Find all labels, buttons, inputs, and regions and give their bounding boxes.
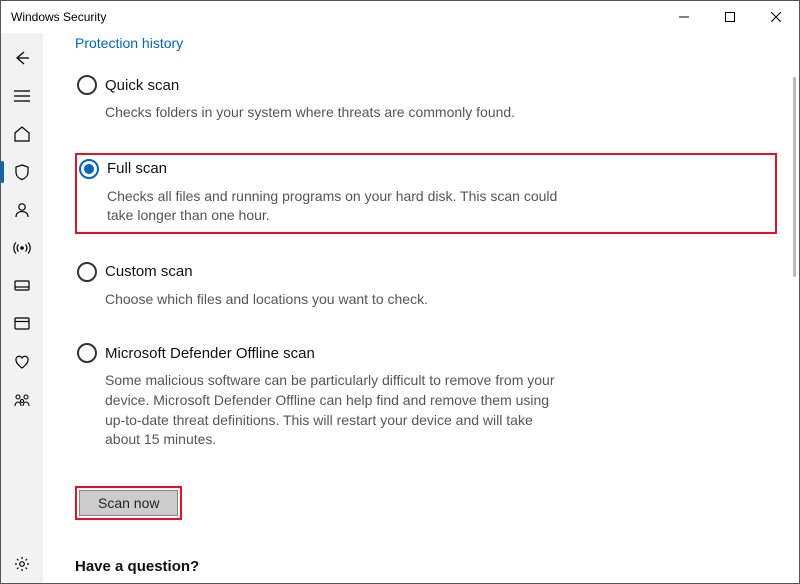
get-help-link[interactable]: Get help (75, 581, 777, 583)
scrollbar[interactable] (793, 77, 796, 277)
window-controls (661, 1, 799, 33)
sidebar (1, 33, 43, 583)
titlebar: Windows Security (1, 1, 799, 33)
option-title: Microsoft Defender Offline scan (105, 345, 315, 362)
option-quick: Quick scan Checks folders in your system… (75, 71, 777, 129)
close-button[interactable] (753, 1, 799, 33)
option-title: Full scan (107, 160, 167, 177)
menu-icon[interactable] (1, 77, 43, 115)
network-icon[interactable] (1, 267, 43, 305)
shield-icon[interactable] (1, 153, 43, 191)
gear-icon[interactable] (1, 545, 43, 583)
protection-history-link[interactable]: Protection history (75, 35, 777, 51)
question-section: Have a question? Get help (75, 558, 777, 583)
window: Windows Security (0, 0, 800, 584)
option-title: Custom scan (105, 263, 193, 280)
option-desc: Checks all files and running programs on… (107, 187, 567, 226)
home-icon[interactable] (1, 115, 43, 153)
window-title: Windows Security (1, 10, 106, 24)
option-desc: Checks folders in your system where thre… (105, 103, 565, 123)
back-icon[interactable] (1, 39, 43, 77)
radio-offline[interactable] (77, 343, 97, 363)
account-icon[interactable] (1, 191, 43, 229)
option-full: Full scan Checks all files and running p… (75, 153, 777, 234)
content: Protection history Quick scan Checks fol… (43, 33, 799, 583)
option-offline: Microsoft Defender Offline scan Some mal… (75, 339, 777, 455)
radio-quick[interactable] (77, 75, 97, 95)
body: Protection history Quick scan Checks fol… (1, 33, 799, 583)
question-heading: Have a question? (75, 558, 777, 575)
health-icon[interactable] (1, 343, 43, 381)
browser-icon[interactable] (1, 305, 43, 343)
option-desc: Some malicious software can be particula… (105, 371, 565, 449)
option-custom: Custom scan Choose which files and locat… (75, 258, 777, 316)
radio-custom[interactable] (77, 262, 97, 282)
scan-button-highlight: Scan now (75, 486, 182, 520)
option-desc: Choose which files and locations you wan… (105, 290, 565, 310)
signal-icon[interactable] (1, 229, 43, 267)
maximize-button[interactable] (707, 1, 753, 33)
active-indicator (1, 161, 4, 183)
radio-full[interactable] (79, 159, 99, 179)
scan-now-button[interactable]: Scan now (79, 490, 178, 516)
minimize-button[interactable] (661, 1, 707, 33)
family-icon[interactable] (1, 381, 43, 419)
option-title: Quick scan (105, 77, 179, 94)
